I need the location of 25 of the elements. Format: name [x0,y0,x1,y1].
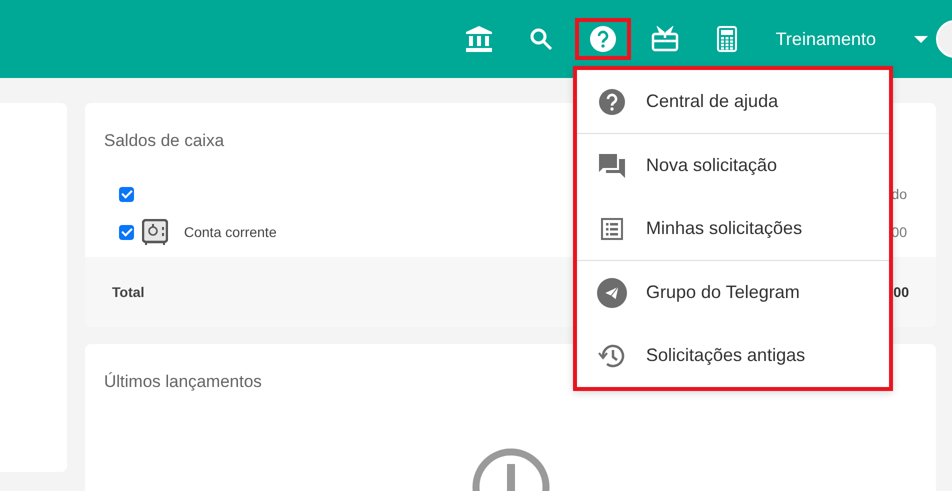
search-icon [528,27,553,51]
menu-item[interactable]: Nova solicitação [577,134,889,197]
paper-plane-icon [597,278,627,308]
caret-icon[interactable] [914,36,928,42]
account-name: Conta corrente [184,224,277,240]
help-icon [599,88,625,114]
history-icon [598,342,626,368]
total-value: 00 [893,284,909,300]
card-title: Saldos de caixa [104,131,224,151]
card-title: Últimos lançamentos [104,372,262,392]
gift-icon [650,26,679,52]
help-button[interactable] [574,18,631,60]
list-icon [601,218,623,240]
checkbox[interactable] [119,224,134,240]
total-label: Total [112,284,144,300]
safe-icon [142,219,168,245]
checkbox[interactable] [119,186,134,202]
chat-icon [599,154,625,178]
calculator-icon [716,26,737,52]
menu-item[interactable]: Central de ajuda [577,70,889,133]
help-icon [590,26,616,52]
menu-item[interactable]: Grupo do Telegram [577,261,889,324]
menu-item[interactable]: Solicitações antigas [577,324,889,387]
bank-icon [464,26,493,52]
menu-item[interactable]: Minhas solicitações [577,197,889,260]
